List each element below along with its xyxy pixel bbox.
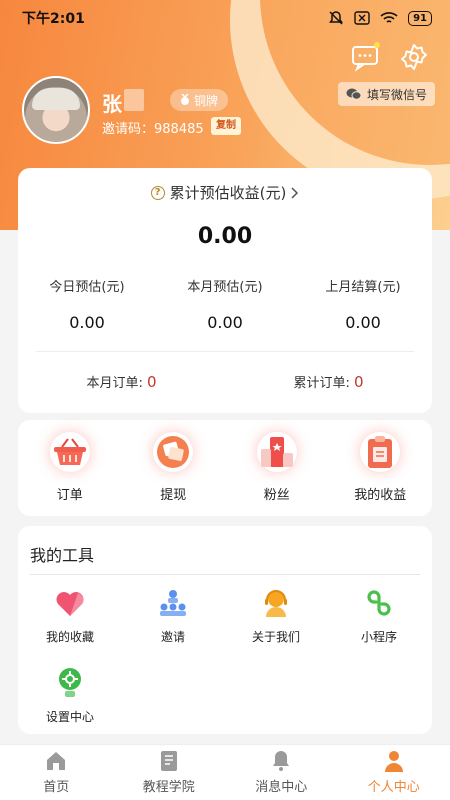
earnings-total: 0.00: [197, 224, 253, 249]
month-orders-label: 本月订单:: [86, 376, 143, 391]
divider: [36, 351, 414, 352]
total-orders-value: 0: [353, 373, 364, 391]
total-orders: 累计订单: 0: [225, 372, 432, 391]
withdraw-icon: [153, 432, 193, 472]
action-fans[interactable]: 粉丝: [225, 420, 329, 516]
username-mask: [124, 89, 144, 111]
tool-about[interactable]: 关于我们: [226, 586, 326, 645]
tab-label: 个人中心: [367, 780, 420, 795]
home-icon: [47, 752, 66, 770]
status-time: 下午2:01: [22, 11, 85, 27]
income-icon: [360, 432, 400, 472]
tool-invite[interactable]: 邀请: [123, 586, 223, 645]
earnings-title: 累计预估收益(元): [169, 184, 287, 202]
tab-label: 首页: [43, 780, 70, 795]
action-label: 粉丝: [263, 488, 290, 503]
tab-label: 消息中心: [255, 780, 308, 795]
heart-icon: [53, 586, 87, 620]
basket-icon: [50, 432, 90, 472]
stat-label: 本月预估(元): [187, 280, 263, 295]
notification-dot: [374, 42, 380, 48]
earnings-title-link[interactable]: ? 累计预估收益(元): [18, 182, 432, 203]
earnings-card: ? 累计预估收益(元) 0.00 今日预估(元) 0.00 本月预估(元) 0.…: [18, 168, 432, 413]
earnings-stats: 今日预估(元) 0.00 本月预估(元) 0.00 上月结算(元) 0.00: [18, 276, 432, 332]
tab-messages[interactable]: 消息中心: [225, 745, 338, 800]
tab-label: 教程学院: [142, 780, 195, 795]
stat-month: 本月预估(元) 0.00: [156, 276, 294, 332]
tab-tutorial[interactable]: 教程学院: [113, 745, 226, 800]
bottom-tab-bar: 首页 教程学院 消息中心 个人中心: [0, 744, 450, 800]
stat-label: 上月结算(元): [325, 280, 401, 295]
month-orders: 本月订单: 0: [18, 372, 225, 391]
stat-today: 今日预估(元) 0.00: [18, 276, 156, 332]
bell-icon: [273, 751, 290, 771]
stat-value: 0.00: [345, 313, 381, 332]
tab-profile[interactable]: 个人中心: [338, 745, 450, 800]
tutorial-icon: [160, 751, 177, 771]
status-bar: 下午2:01 91: [0, 0, 450, 36]
action-income[interactable]: 我的收益: [329, 420, 433, 516]
settings-bulb-icon: [53, 666, 87, 700]
fans-icon: [257, 432, 297, 472]
avatar[interactable]: [22, 76, 90, 144]
level-label: 铜牌: [194, 93, 219, 108]
message-button[interactable]: [350, 42, 380, 72]
tool-settings[interactable]: 设置中心: [20, 666, 120, 725]
fill-wechat-button[interactable]: 填写微信号: [338, 82, 436, 106]
tab-home[interactable]: 首页: [0, 745, 113, 800]
level-badge[interactable]: 铜牌: [170, 89, 229, 111]
mute-icon: [329, 11, 344, 25]
invite-code: 邀请码：988485: [102, 122, 204, 137]
wechat-icon: [346, 88, 362, 100]
support-icon: [259, 586, 293, 620]
action-orders[interactable]: 订单: [18, 420, 122, 516]
tool-label: 关于我们: [251, 630, 300, 644]
action-withdraw[interactable]: 提现: [122, 420, 226, 516]
tool-label: 设置中心: [45, 710, 94, 724]
medal-icon: [181, 94, 189, 105]
action-label: 提现: [160, 488, 187, 503]
tools-title: 我的工具: [30, 546, 95, 565]
stat-value: 0.00: [207, 313, 243, 332]
stat-label: 今日预估(元): [49, 280, 125, 295]
settings-button[interactable]: [399, 42, 429, 72]
action-label: 订单: [56, 488, 83, 503]
question-icon[interactable]: ?: [150, 185, 165, 200]
sim-icon: [354, 11, 370, 25]
tool-favorites[interactable]: 我的收藏: [20, 586, 120, 645]
chevron-right-icon: [291, 186, 299, 199]
stat-value: 0.00: [69, 313, 105, 332]
mini-program-icon: [362, 586, 396, 620]
invite-icon: [156, 586, 190, 620]
divider: [30, 574, 420, 575]
month-orders-value: 0: [146, 373, 157, 391]
stat-last-month: 上月结算(元) 0.00: [294, 276, 432, 332]
wifi-icon: [380, 12, 398, 23]
total-orders-label: 累计订单:: [293, 376, 350, 391]
person-icon: [384, 751, 403, 772]
tool-label: 邀请: [160, 630, 185, 644]
copy-invite-button[interactable]: 复制: [211, 117, 241, 135]
tool-label: 我的收藏: [45, 630, 94, 644]
quick-actions: 订单 提现 粉丝 我的收益: [18, 420, 432, 516]
tool-mini-program[interactable]: 小程序: [329, 586, 429, 645]
username: 张: [102, 92, 122, 116]
order-counts: 本月订单: 0 累计订单: 0: [18, 372, 432, 391]
fill-wechat-label: 填写微信号: [367, 87, 428, 102]
tool-label: 小程序: [360, 630, 397, 644]
action-label: 我的收益: [354, 488, 407, 503]
gear-icon: [401, 44, 427, 70]
battery-indicator: 91: [408, 10, 432, 26]
tools-card: 我的工具 我的收藏 邀请 关于我们 小程序 设置中心: [18, 526, 432, 734]
